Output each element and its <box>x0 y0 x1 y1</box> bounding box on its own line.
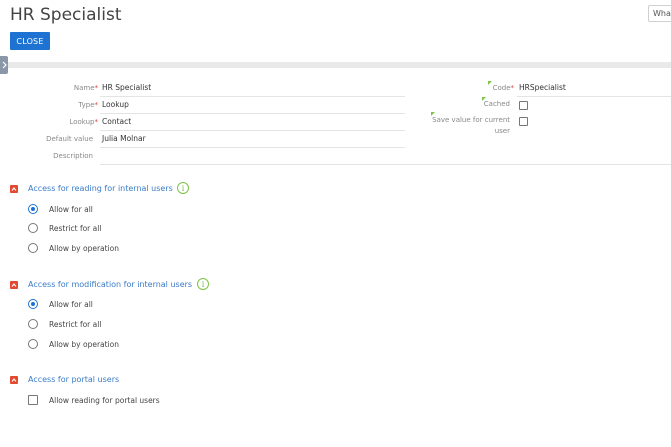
save-value-label: Save value for current user <box>432 116 510 135</box>
save-value-checkbox[interactable] <box>519 117 528 126</box>
collapse-modify-access-button[interactable] <box>10 281 18 289</box>
cached-checkbox[interactable] <box>519 101 528 110</box>
default-value-underline <box>100 147 405 148</box>
code-field-underline <box>517 96 671 97</box>
lookup-label: Lookup* <box>69 118 99 126</box>
name-label: Name* <box>73 84 99 92</box>
required-marker: * <box>510 84 515 92</box>
default-value-label: Default value <box>46 135 93 143</box>
modify-access-title[interactable]: Access for modification for internal use… <box>28 280 192 289</box>
cached-label: Cached <box>483 100 510 108</box>
name-field[interactable]: HR Specialist <box>102 83 151 92</box>
read-restrict-all-label[interactable]: Restrict for all <box>49 224 101 233</box>
read-by-operation-radio[interactable] <box>28 243 38 253</box>
modify-allow-all-radio[interactable] <box>28 299 38 309</box>
name-field-underline <box>100 96 405 97</box>
read-by-operation-label[interactable]: Allow by operation <box>49 244 119 253</box>
modify-allow-all-label[interactable]: Allow for all <box>49 300 93 309</box>
portal-reading-checkbox[interactable] <box>28 395 38 405</box>
description-label: Description <box>53 152 93 160</box>
description-underline <box>100 164 671 165</box>
side-panel-toggle[interactable] <box>0 56 8 74</box>
required-marker: * <box>94 84 99 92</box>
modify-by-operation-label[interactable]: Allow by operation <box>49 340 119 349</box>
modify-restrict-all-label[interactable]: Restrict for all <box>49 320 101 329</box>
read-allow-all-label[interactable]: Allow for all <box>49 205 93 214</box>
collapse-icon <box>11 283 17 287</box>
default-value-field[interactable]: Julia Molnar <box>102 134 146 143</box>
info-icon[interactable]: i <box>177 182 189 194</box>
description-field[interactable] <box>102 151 671 163</box>
code-label: Code* <box>492 84 515 92</box>
collapse-icon <box>11 378 17 382</box>
chevron-right-icon <box>2 61 7 69</box>
read-access-title[interactable]: Access for reading for internal users <box>28 184 173 193</box>
page-title: HR Specialist <box>10 5 122 25</box>
required-marker: * <box>94 118 99 126</box>
modify-restrict-all-radio[interactable] <box>28 319 38 329</box>
collapse-read-access-button[interactable] <box>10 185 18 193</box>
code-field[interactable]: HRSpecialist <box>519 83 566 92</box>
info-icon[interactable]: i <box>197 278 209 290</box>
lookup-field[interactable]: Contact <box>102 117 131 126</box>
type-label: Type* <box>78 101 99 109</box>
type-field-underline <box>100 113 405 114</box>
type-field[interactable]: Lookup <box>102 100 129 109</box>
lookup-field-underline <box>100 130 405 131</box>
divider-bar <box>0 62 671 68</box>
collapse-portal-access-button[interactable] <box>10 376 18 384</box>
whats-new-button[interactable]: What's new <box>648 5 671 22</box>
modify-by-operation-radio[interactable] <box>28 339 38 349</box>
read-allow-all-radio[interactable] <box>28 204 38 214</box>
required-marker: * <box>94 101 99 109</box>
read-restrict-all-radio[interactable] <box>28 223 38 233</box>
close-button[interactable]: CLOSE <box>10 32 50 50</box>
collapse-icon <box>11 187 17 191</box>
portal-access-title[interactable]: Access for portal users <box>28 375 119 384</box>
portal-reading-label[interactable]: Allow reading for portal users <box>49 396 160 405</box>
